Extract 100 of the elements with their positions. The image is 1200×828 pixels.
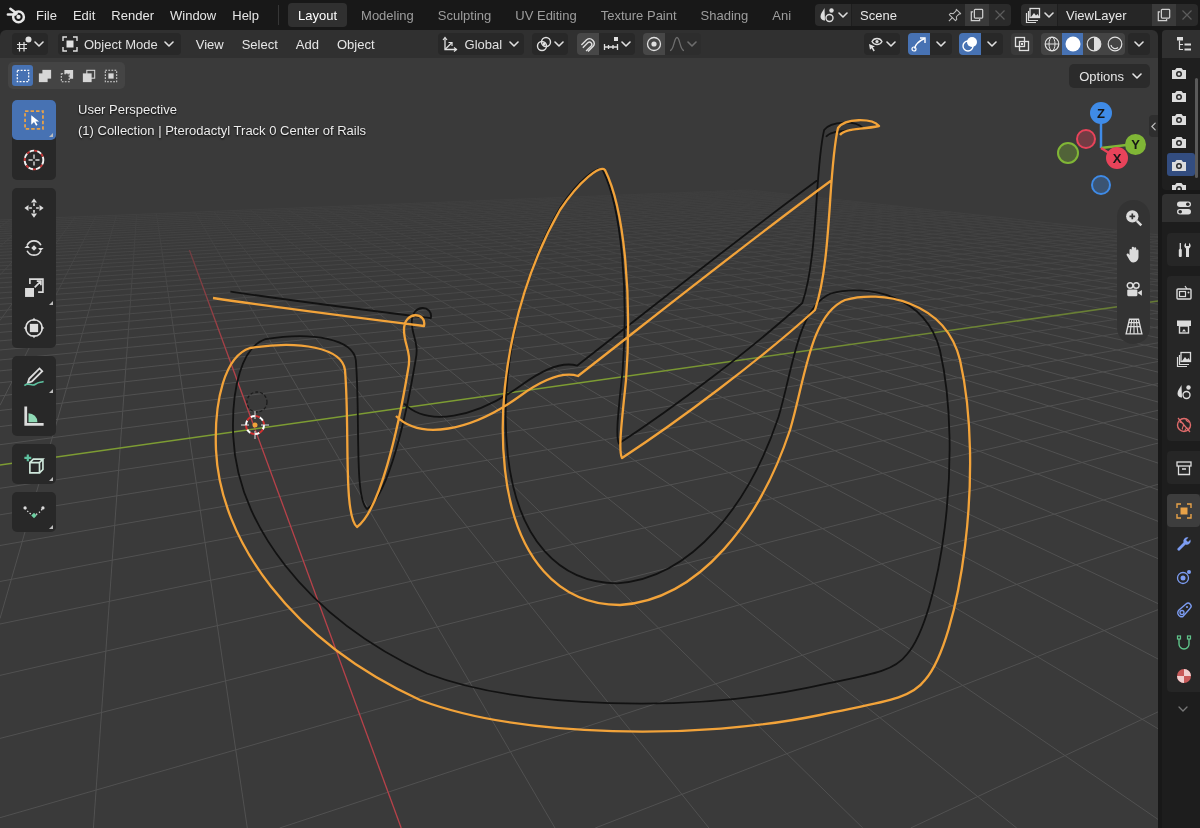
archive-box-icon [1175,459,1192,476]
scene-browse-button[interactable] [815,4,852,26]
half-shaded-sphere-icon [1085,36,1102,52]
close-icon [994,9,1006,21]
workspace-tab[interactable]: Layout [288,3,348,27]
menu-item[interactable]: Help [224,4,267,26]
orientation-dropdown[interactable]: Global [437,33,525,55]
increment-ruler-icon [603,36,620,52]
menu-item[interactable]: Object [327,33,384,55]
menu-item[interactable]: Add [286,33,328,55]
caret-icon [886,41,896,47]
negative-axis-ball[interactable] [1057,142,1079,164]
caret-icon [936,41,946,47]
shaded-ball-icon [1175,667,1192,684]
overlays-toggle[interactable] [959,33,981,55]
snap-toggle[interactable] [577,33,600,55]
chevron-left-icon [1151,121,1156,131]
mode-dropdown[interactable]: Object Mode [58,33,181,55]
properties-tab[interactable] [1167,451,1200,484]
chevron-down-icon [1178,706,1188,712]
workspace-tab[interactable]: Sculpting [427,3,502,27]
visibility-dropdown[interactable] [864,33,900,55]
outliner-row[interactable] [1167,153,1195,176]
scene-name-field[interactable]: Scene [852,4,945,26]
menu-item[interactable]: Render [103,4,162,26]
view-layer-name-field[interactable]: ViewLayer [1058,4,1152,26]
squares-union-icon [37,68,52,83]
caret-icon [1132,73,1142,79]
new-view-layer-button[interactable] [1152,4,1176,26]
axis-button[interactable]: Z [1090,102,1112,124]
capsule-ring-icon [1175,601,1192,618]
perspective-grid-icon [1124,317,1143,335]
caret-icon [163,41,174,47]
solid-sphere-icon [1064,36,1081,52]
shading-options-dropdown[interactable] [1128,33,1150,55]
axis-button[interactable]: X [1106,147,1128,169]
select-mode-button[interactable] [12,65,33,86]
pin-button[interactable] [945,4,965,26]
object-info-text: (1) Collection | Pterodactyl Track 0 Center of Rails [78,122,367,140]
caret-icon [987,41,997,47]
gizmo-options-dropdown[interactable] [930,33,952,55]
glossy-sphere-icon [1106,36,1123,52]
xray-toggle[interactable] [1011,33,1033,55]
duplicate-icon [970,8,984,22]
caret-icon [1043,12,1054,18]
rotate-arrows-icon [23,237,45,259]
dashed-circle-icon [246,391,268,413]
camera-back-icon [1175,284,1192,301]
new-scene-button[interactable] [965,4,989,26]
axis-button[interactable]: Y [1125,134,1146,155]
gizmo-toggle[interactable] [908,33,930,55]
shading-mode-button[interactable] [1041,33,1062,55]
magnet-icon [580,36,597,52]
menu-item[interactable]: Select [232,33,287,55]
menu-item[interactable]: View [186,33,233,55]
squares-intersect-icon [103,68,118,83]
options-dropdown[interactable]: Options [1069,64,1150,88]
caret-icon [621,41,632,47]
overlapping-circles-icon [962,36,978,52]
workspace-tab[interactable]: UV Editing [505,3,587,27]
toggle-switches-icon [1176,200,1192,216]
curved-arrow-icon [911,36,927,52]
pivot-dropdown[interactable] [532,33,569,55]
caret-icon [34,41,44,47]
scrollbar[interactable] [1195,78,1198,178]
proportional-edit-toggle[interactable] [643,33,666,55]
editor-type-button[interactable] [1174,34,1194,54]
3d-cursor-icon [240,410,270,440]
workspace-tab[interactable]: Texture Paint [590,3,687,27]
shading-mode-button[interactable] [1104,33,1125,55]
workspace-tab[interactable]: Shading [690,3,759,27]
object-square-icon [1175,502,1192,519]
workspace-tab[interactable]: Modeling [351,3,424,27]
menu-item[interactable]: Edit [64,4,104,26]
editor-type-button[interactable] [12,33,48,55]
snap-target-dropdown[interactable] [599,33,636,55]
tool-button[interactable] [12,492,56,532]
caret-icon [509,41,520,47]
scale-square-icon [23,277,45,299]
globe-icon [1175,416,1192,433]
negative-axis-ball[interactable] [1076,129,1096,149]
movie-camera-icon [1124,281,1143,299]
caret-icon [554,41,565,47]
overlays-options-dropdown[interactable] [981,33,1003,55]
properties-tab[interactable] [1167,494,1200,527]
workspace-tab[interactable]: Ani [762,3,802,27]
four-arrows-icon [23,197,45,219]
tool-button[interactable] [12,444,56,484]
shading-mode-button[interactable] [1083,33,1104,55]
negative-axis-ball[interactable] [1091,175,1111,195]
wrench-icon [1175,535,1192,552]
menu-item[interactable]: Window [162,4,225,26]
crosshair-circle-icon [23,149,45,171]
view-layer-browse-button[interactable] [1021,4,1058,26]
sidebar-toggle-button[interactable] [1149,115,1158,137]
shading-mode-button[interactable] [1062,33,1083,55]
properties-tab[interactable] [1167,233,1200,266]
target-circle-icon [646,36,663,52]
squares-invert-icon [81,68,96,83]
menu-item[interactable]: File [28,4,65,26]
